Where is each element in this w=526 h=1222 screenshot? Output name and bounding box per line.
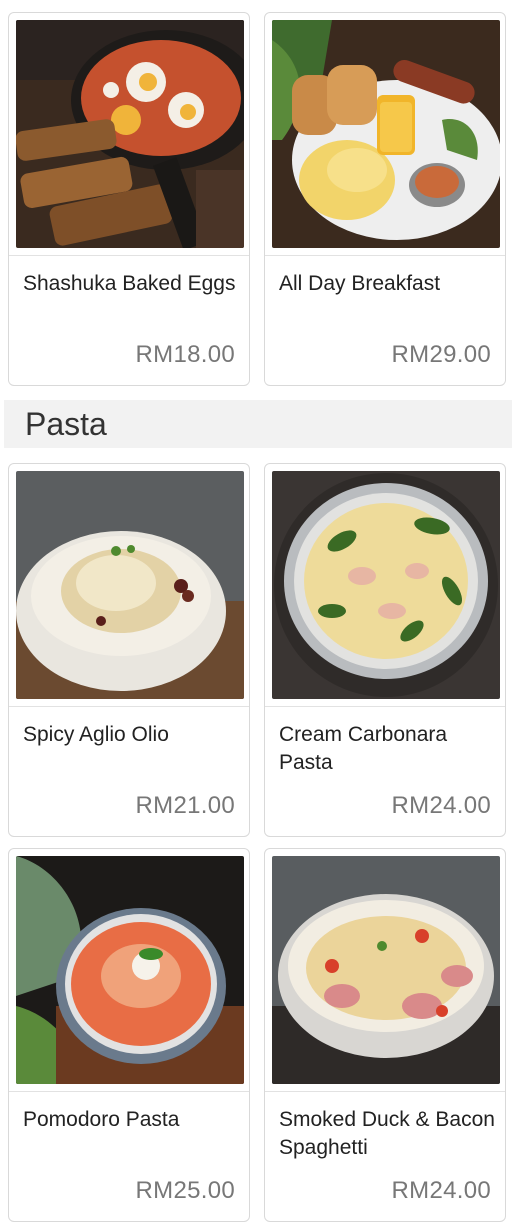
card-divider [9,706,249,707]
menu-card[interactable]: Shashuka Baked Eggs RM18.00 [8,12,250,386]
card-divider [265,255,505,256]
item-name: Spicy Aglio Olio [23,723,169,746]
menu-card[interactable]: Pomodoro Pasta RM25.00 [8,848,250,1222]
item-name: Smoked Duck & Bacon Spaghetti [279,1108,495,1159]
item-name: Shashuka Baked Eggs [23,272,236,295]
menu-card[interactable]: Cream Carbonara Pasta RM24.00 [264,463,506,837]
breakfast-plate-photo [272,20,500,248]
item-name: Cream Carbonara Pasta [279,723,448,774]
card-divider [265,1091,505,1092]
carbonara-photo [272,471,500,699]
item-price: RM25.00 [135,1177,235,1204]
shakshuka-photo [16,20,244,248]
card-divider [9,255,249,256]
menu-card[interactable]: Spicy Aglio Olio RM21.00 [8,463,250,837]
item-price: RM21.00 [135,792,235,819]
pomodoro-photo [16,856,244,1084]
duck-spaghetti-photo [272,856,500,1084]
item-name: All Day Breakfast [279,272,441,295]
menu-card[interactable]: Smoked Duck & Bacon Spaghetti RM24.00 [264,848,506,1222]
item-price: RM24.00 [391,1177,491,1204]
menu-card[interactable]: All Day Breakfast RM29.00 [264,12,506,386]
card-divider [9,1091,249,1092]
item-price: RM24.00 [391,792,491,819]
item-price: RM18.00 [135,341,235,368]
card-divider [265,706,505,707]
item-price: RM29.00 [391,341,491,368]
item-name: Pomodoro Pasta [23,1108,180,1131]
section-title: Pasta [25,406,107,442]
section-header: Pasta [4,400,512,448]
aglio-olio-photo [16,471,244,699]
